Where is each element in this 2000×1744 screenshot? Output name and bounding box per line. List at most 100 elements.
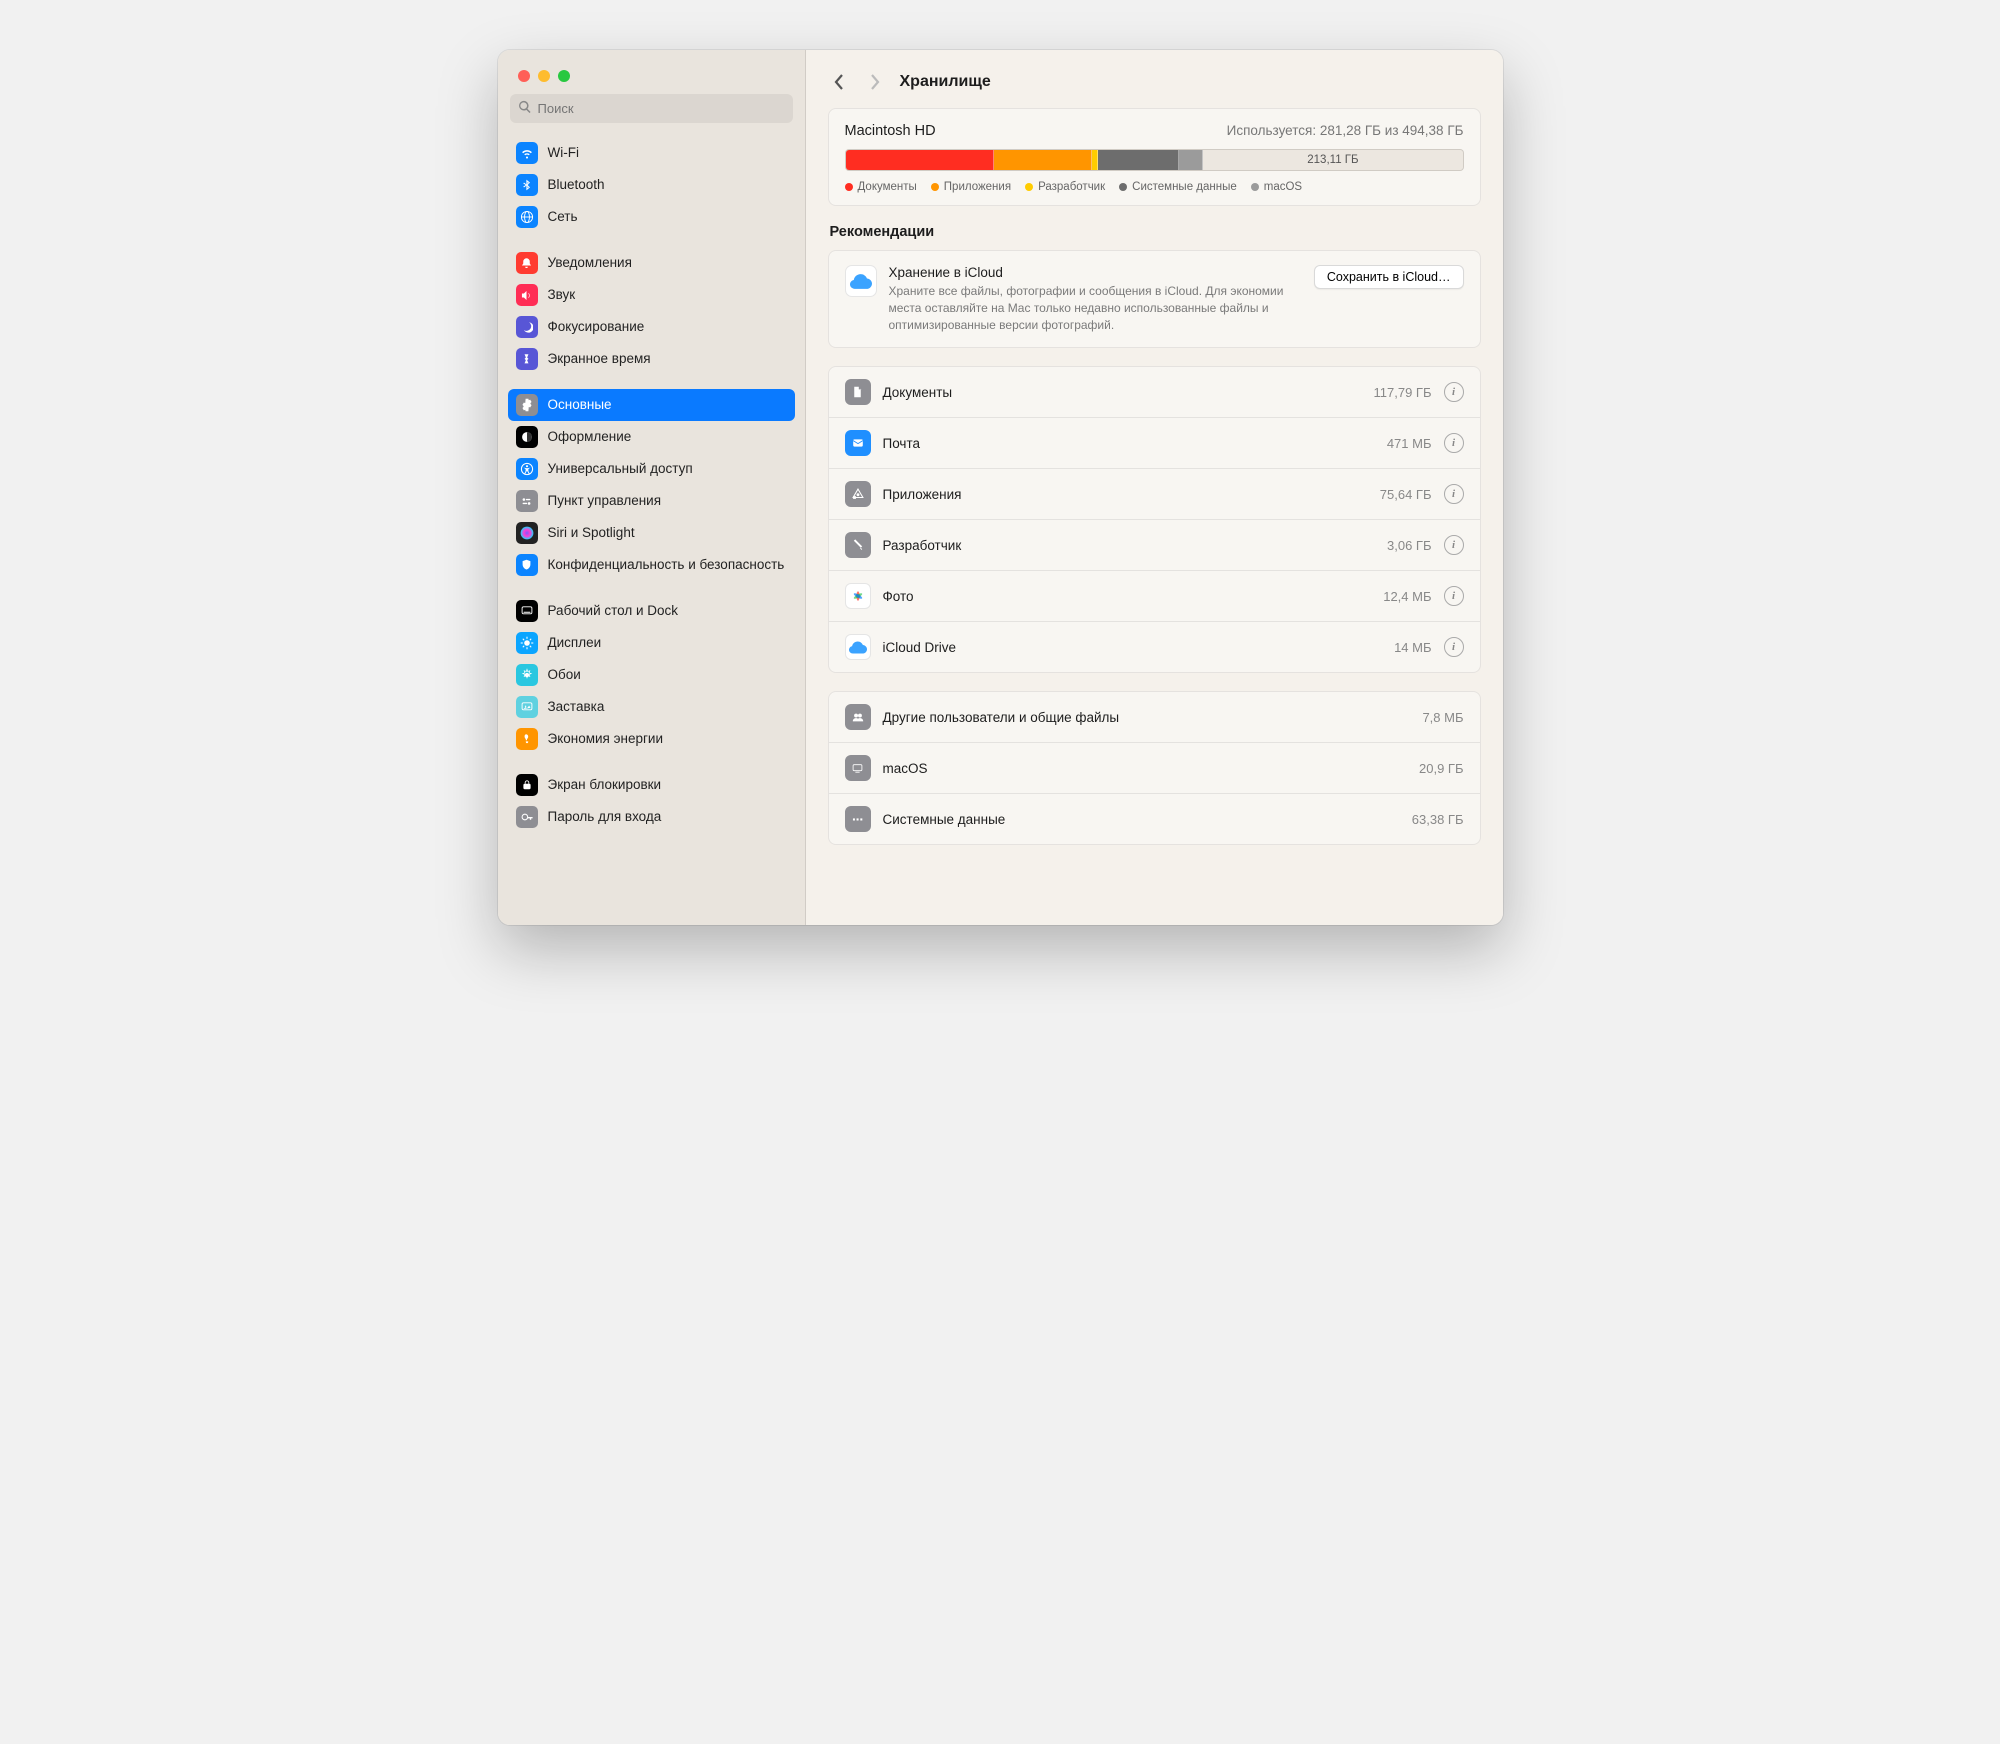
- doc-icon: [845, 379, 871, 405]
- category-size: 20,9 ГБ: [1419, 761, 1463, 776]
- recommendations-heading: Рекомендации: [830, 224, 1479, 240]
- search-field[interactable]: [510, 94, 793, 123]
- photos-icon: [845, 583, 871, 609]
- sidebar-item-network[interactable]: Сеть: [508, 201, 795, 233]
- accessibility-icon: [516, 458, 538, 480]
- legend-label: Приложения: [944, 181, 1011, 193]
- sidebar-item-energy[interactable]: Экономия энергии: [508, 723, 795, 755]
- header: Хранилище: [806, 50, 1503, 108]
- storage-segment: [1179, 150, 1204, 170]
- categories-panel-bottom: Другие пользователи и общие файлы7,8 МБm…: [828, 691, 1481, 845]
- legend-item: macOS: [1251, 181, 1302, 193]
- sidebar-item-label: Звук: [548, 287, 787, 303]
- info-button[interactable]: i: [1444, 586, 1464, 606]
- minimize-window-button[interactable]: [538, 70, 550, 82]
- sidebar-item-wallpaper[interactable]: Обои: [508, 659, 795, 691]
- sidebar-item-lockscreen[interactable]: Экран блокировки: [508, 769, 795, 801]
- dock-icon: [516, 600, 538, 622]
- appearance-icon: [516, 426, 538, 448]
- nav-back-button[interactable]: [828, 68, 850, 96]
- sidebar-item-bell[interactable]: Уведомления: [508, 247, 795, 279]
- category-row[interactable]: Почта471 МБi: [829, 418, 1480, 469]
- screensaver-icon: [516, 696, 538, 718]
- sidebar: Wi-Fi Bluetooth Сеть Уведомления Звук Фокусир…: [498, 50, 806, 925]
- category-row[interactable]: Разработчик3,06 ГБi: [829, 520, 1480, 571]
- info-button[interactable]: i: [1444, 637, 1464, 657]
- sidebar-item-label: Основные: [548, 397, 787, 413]
- info-button[interactable]: i: [1444, 484, 1464, 504]
- bluetooth-icon: [516, 174, 538, 196]
- sidebar-item-bluetooth[interactable]: Bluetooth: [508, 169, 795, 201]
- sidebar-item-gear[interactable]: Основные: [508, 389, 795, 421]
- sidebar-item-label: Дисплеи: [548, 635, 787, 651]
- icloud-icon: [845, 265, 877, 297]
- category-row: Другие пользователи и общие файлы7,8 МБ: [829, 692, 1480, 743]
- category-row[interactable]: Документы117,79 ГБi: [829, 367, 1480, 418]
- sidebar-item-label: Обои: [548, 667, 787, 683]
- category-label: Системные данные: [883, 812, 1400, 827]
- sidebar-item-label: Bluetooth: [548, 177, 787, 193]
- sound-icon: [516, 284, 538, 306]
- category-size: 63,38 ГБ: [1412, 812, 1464, 827]
- recommendation-description: Храните все файлы, фотографии и сообщени…: [889, 283, 1302, 333]
- legend-label: Разработчик: [1038, 181, 1105, 193]
- sidebar-item-siri[interactable]: Siri и Spotlight: [508, 517, 795, 549]
- sidebar-item-label: Пароль для входа: [548, 809, 787, 825]
- sidebar-item-label: Экранное время: [548, 351, 787, 367]
- macos-icon: [845, 755, 871, 781]
- category-row[interactable]: Фото12,4 МБi: [829, 571, 1480, 622]
- store-in-icloud-button[interactable]: Сохранить в iCloud…: [1314, 265, 1464, 289]
- search-input[interactable]: [538, 101, 785, 116]
- displays-icon: [516, 632, 538, 654]
- info-button[interactable]: i: [1444, 382, 1464, 402]
- sidebar-item-label: Фокусирование: [548, 319, 787, 335]
- category-row[interactable]: Приложения 75,64 ГБ i: [829, 469, 1480, 520]
- sidebar-item-privacy[interactable]: Конфиденциальность и безопасность: [508, 549, 795, 581]
- sidebar-item-dock[interactable]: Рабочий стол и Dock: [508, 595, 795, 627]
- category-size: 75,64 ГБ: [1380, 487, 1432, 502]
- close-window-button[interactable]: [518, 70, 530, 82]
- screentime-icon: [516, 348, 538, 370]
- recommendation-title: Хранение в iCloud: [889, 265, 1302, 280]
- siri-icon: [516, 522, 538, 544]
- category-row[interactable]: iCloud Drive 14 МБ i: [829, 622, 1480, 672]
- bell-icon: [516, 252, 538, 274]
- category-size: 117,79 ГБ: [1374, 385, 1432, 400]
- info-button[interactable]: i: [1444, 433, 1464, 453]
- sidebar-item-appearance[interactable]: Оформление: [508, 421, 795, 453]
- sidebar-item-label: Пункт управления: [548, 493, 787, 509]
- energy-icon: [516, 728, 538, 750]
- sidebar-item-label: Экономия энергии: [548, 731, 787, 747]
- category-label: Разработчик: [883, 538, 1376, 553]
- sidebar-item-password[interactable]: Пароль для входа: [508, 801, 795, 833]
- legend-dot-icon: [845, 183, 853, 191]
- category-label: iCloud Drive: [883, 640, 1383, 655]
- storage-bar-free: 213,11 ГБ: [1203, 150, 1462, 170]
- sidebar-item-displays[interactable]: Дисплеи: [508, 627, 795, 659]
- storage-bar: 213,11 ГБ: [845, 149, 1464, 171]
- sidebar-item-screensaver[interactable]: Заставка: [508, 691, 795, 723]
- sidebar-item-label: Оформление: [548, 429, 787, 445]
- network-icon: [516, 206, 538, 228]
- sidebar-item-accessibility[interactable]: Универсальный доступ: [508, 453, 795, 485]
- legend-item: Системные данные: [1119, 181, 1237, 193]
- sidebar-item-sound[interactable]: Звук: [508, 279, 795, 311]
- disk-name: Macintosh HD: [845, 123, 936, 139]
- category-size: 7,8 МБ: [1422, 710, 1463, 725]
- category-row: ··· Системные данные 63,38 ГБ: [829, 794, 1480, 844]
- info-button[interactable]: i: [1444, 535, 1464, 555]
- storage-segment: [994, 150, 1093, 170]
- category-label: Приложения: [883, 487, 1368, 502]
- sidebar-item-focus[interactable]: Фокусирование: [508, 311, 795, 343]
- sysdata-icon: ···: [845, 806, 871, 832]
- maximize-window-button[interactable]: [558, 70, 570, 82]
- controlcenter-icon: [516, 490, 538, 512]
- apps-icon: [845, 481, 871, 507]
- nav-forward-button[interactable]: [864, 68, 886, 96]
- sidebar-item-screentime[interactable]: Экранное время: [508, 343, 795, 375]
- sidebar-item-label: Рабочий стол и Dock: [548, 603, 787, 619]
- legend-dot-icon: [1251, 183, 1259, 191]
- category-size: 14 МБ: [1394, 640, 1431, 655]
- sidebar-item-wifi[interactable]: Wi-Fi: [508, 137, 795, 169]
- sidebar-item-controlcenter[interactable]: Пункт управления: [508, 485, 795, 517]
